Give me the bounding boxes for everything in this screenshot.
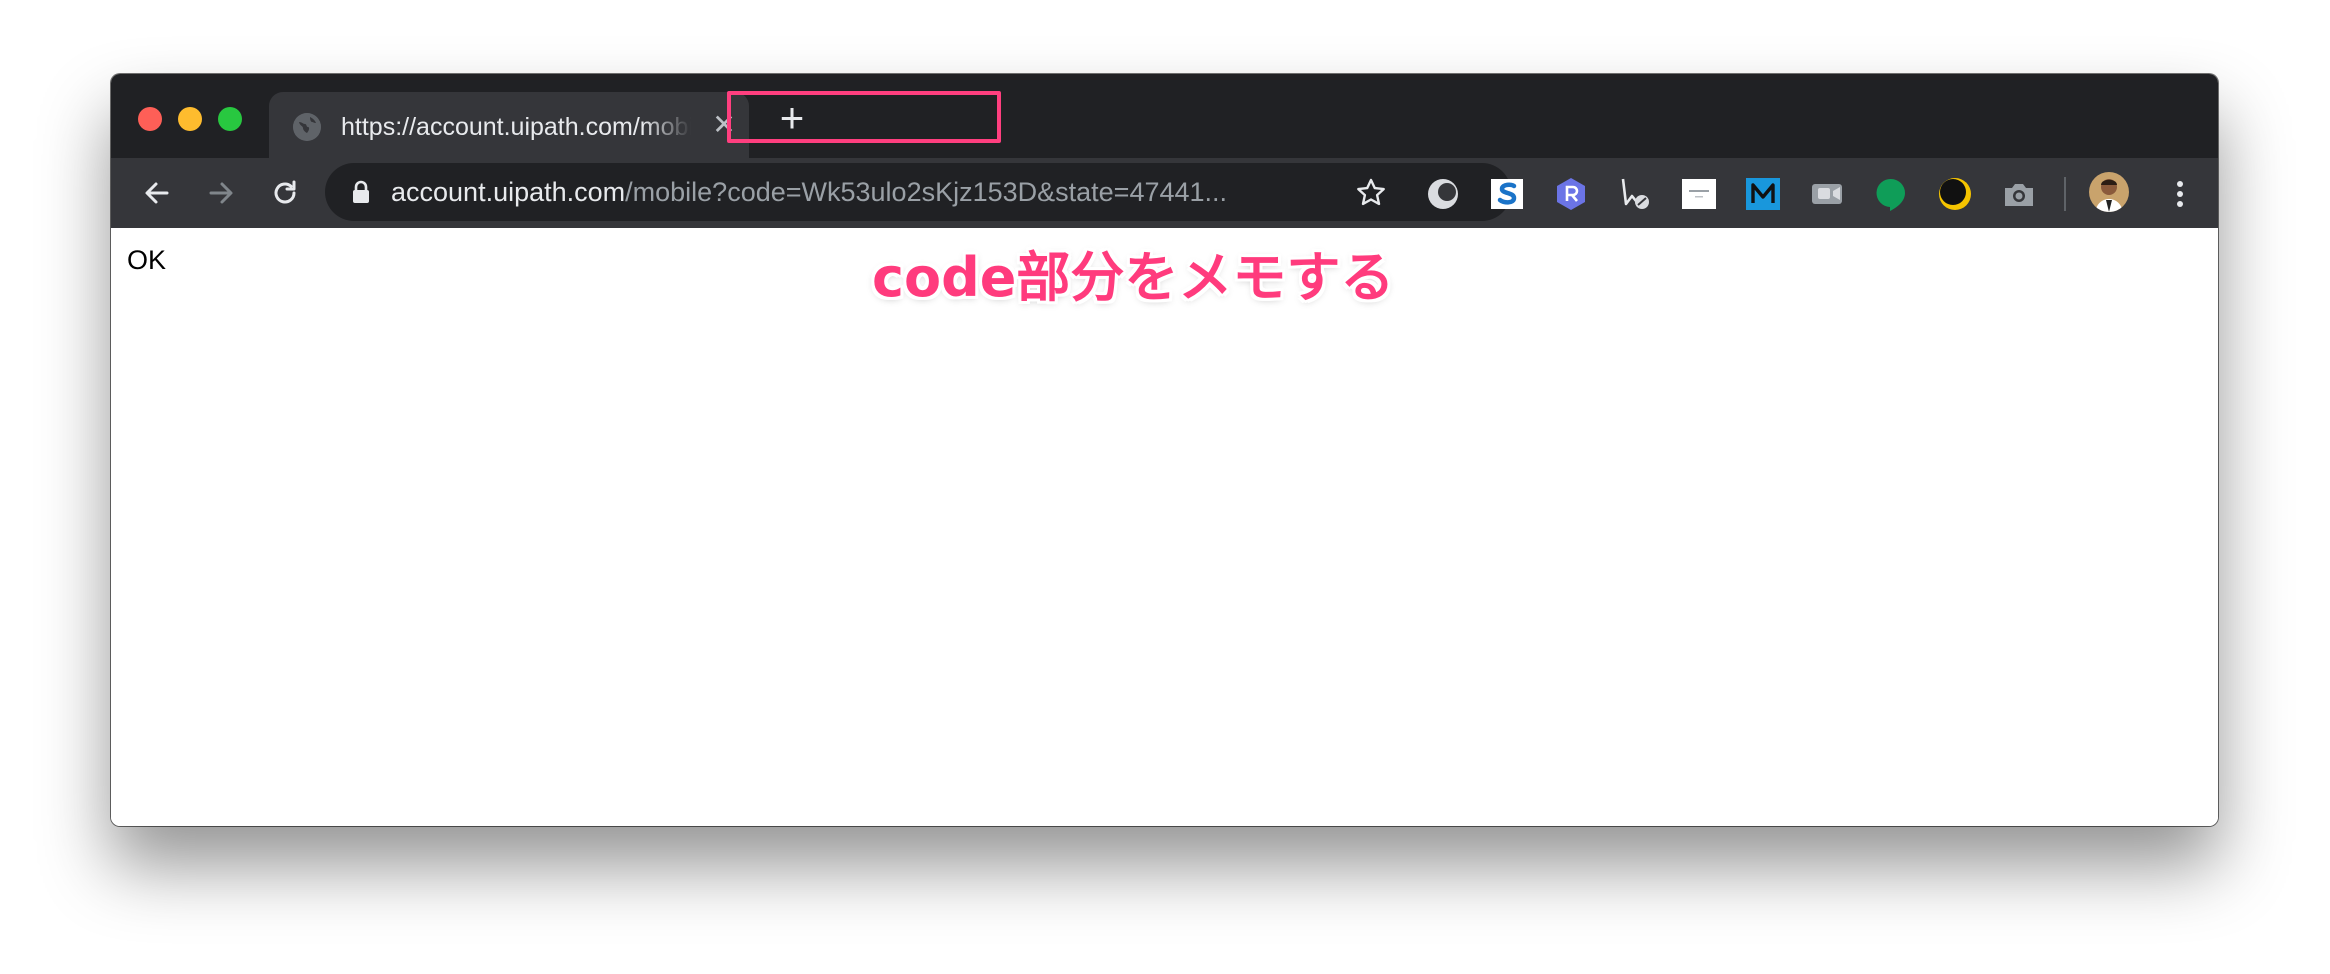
m-logo-icon[interactable] xyxy=(1745,176,1781,212)
star-icon[interactable] xyxy=(1354,176,1388,210)
lock-icon[interactable] xyxy=(351,179,371,205)
arrow-right-icon[interactable] xyxy=(201,173,241,213)
r-hexagon-icon[interactable] xyxy=(1553,176,1589,212)
window-close-button[interactable] xyxy=(138,107,162,131)
moon-icon[interactable] xyxy=(1937,176,1973,212)
hangouts-icon[interactable] xyxy=(1873,176,1909,212)
vertical-dots-icon[interactable] xyxy=(2168,174,2192,214)
window-maximize-button[interactable] xyxy=(218,107,242,131)
browser-toolbar: account.uipath.com/mobile?code=Wk53ulo2s… xyxy=(111,158,2218,228)
cursor-icon[interactable] xyxy=(1617,176,1653,212)
camera-chat-icon[interactable] xyxy=(1809,176,1845,212)
arrow-left-icon[interactable] xyxy=(137,173,177,213)
annotation-label: code部分をメモする xyxy=(872,246,1395,309)
circle-c-icon[interactable] xyxy=(1425,176,1461,212)
window-minimize-button[interactable] xyxy=(178,107,202,131)
document-icon[interactable] xyxy=(1681,176,1717,212)
reload-icon[interactable] xyxy=(265,173,305,213)
browser-window: https://account.uipath.com/mobile?code=W… xyxy=(111,74,2218,826)
body-text: OK xyxy=(127,245,167,275)
url-path-suffix: &state=47441... xyxy=(1037,177,1228,207)
url-host: account.uipath.com xyxy=(391,177,626,207)
page-content: OK xyxy=(111,228,2218,826)
toolbar-divider xyxy=(2064,177,2066,211)
url-code-param: Wk53ulo2sKjz153D xyxy=(801,177,1038,207)
camera-icon[interactable] xyxy=(2001,176,2037,212)
tab-title: https://account.uipath.com/mobile?code=W… xyxy=(341,111,691,143)
url-path-prefix: /mobile?code= xyxy=(625,177,802,207)
url-text[interactable]: account.uipath.com/mobile?code=Wk53ulo2s… xyxy=(391,175,1371,209)
user-avatar[interactable] xyxy=(2089,172,2129,212)
tab-strip: https://account.uipath.com/mobile?code=W… xyxy=(111,74,2218,158)
globe-icon xyxy=(293,113,321,141)
browser-tab[interactable]: https://account.uipath.com/mobile?code=W… xyxy=(269,92,749,158)
address-bar[interactable]: account.uipath.com/mobile?code=Wk53ulo2s… xyxy=(325,163,1511,221)
s-logo-icon[interactable] xyxy=(1489,176,1525,212)
code-highlight-box xyxy=(727,91,1001,143)
